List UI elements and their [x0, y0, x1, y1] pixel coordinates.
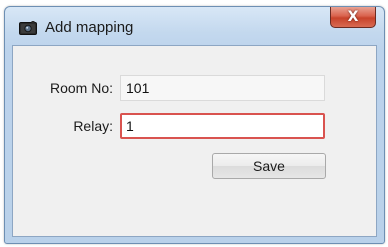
relay-field[interactable]: 1 — [120, 113, 325, 139]
relay-label: Relay: — [73, 118, 113, 134]
window-title: Add mapping — [45, 19, 134, 36]
add-mapping-dialog: Add mapping X Room No: 101 Relay: 1 Save — [4, 6, 385, 244]
title-bar[interactable]: Add mapping X — [5, 7, 384, 45]
close-button[interactable]: X — [330, 7, 376, 28]
app-camera-icon — [19, 21, 37, 35]
room-no-label: Room No: — [49, 80, 113, 96]
dialog-body: Room No: 101 Relay: 1 Save — [12, 45, 377, 237]
save-button[interactable]: Save — [212, 153, 326, 179]
room-no-field[interactable]: 101 — [120, 75, 325, 101]
save-button-label: Save — [253, 158, 285, 174]
close-icon: X — [347, 9, 359, 25]
